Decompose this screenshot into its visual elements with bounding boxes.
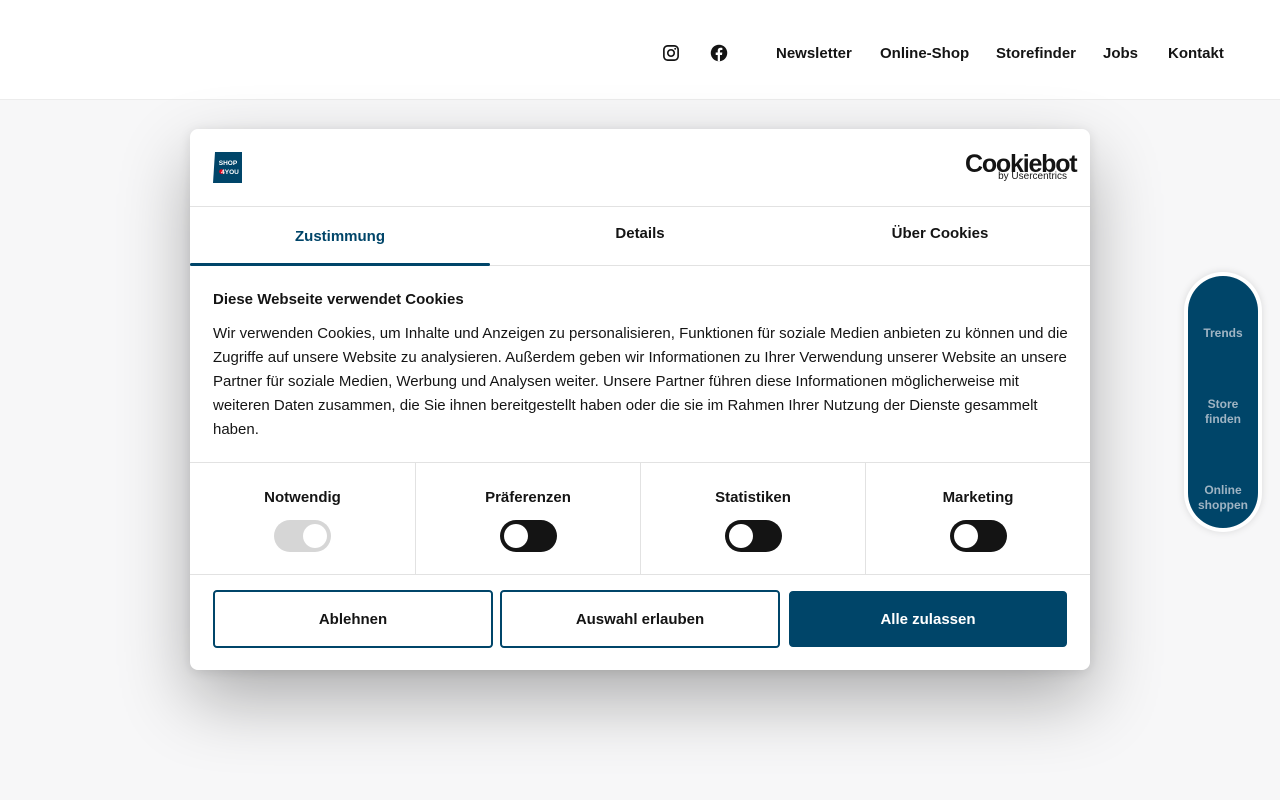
side-item-trends-label: Trends (1203, 326, 1243, 340)
dialog-body-text: Wir verwenden Cookies, um Inhalte und An… (213, 325, 1068, 438)
instagram-link[interactable] (662, 44, 680, 62)
side-item-store-label-1: Store (1207, 397, 1239, 411)
side-item-online-label-2: shoppen (1198, 498, 1248, 512)
side-quick-nav-inner: Trends Store finden Online shoppen (1188, 276, 1258, 528)
allow-selection-button[interactable]: Auswahl erlauben (500, 590, 780, 648)
dialog-tabs: Zustimmung Details Über Cookies (190, 207, 1090, 266)
toggle-label-statistiken: Statistiken (715, 489, 791, 506)
nav-online-shop[interactable]: Online-Shop (880, 45, 969, 62)
side-item-trends[interactable]: Trends (1188, 326, 1258, 341)
toggle-knob (729, 524, 753, 548)
toggle-praeferenzen[interactable] (500, 520, 557, 552)
toggle-label-marketing: Marketing (942, 489, 1014, 506)
side-item-online-shoppen[interactable]: Online shoppen (1188, 483, 1258, 513)
cookiebot-tagline: by Usercentrics (998, 171, 1067, 182)
toggle-statistiken[interactable] (725, 520, 782, 552)
toggle-knob (303, 524, 327, 548)
tab-ueber-cookies[interactable]: Über Cookies (790, 207, 1090, 265)
dialog-buttons: Ablehnen Auswahl erlauben Alle zulassen (190, 575, 1090, 670)
facebook-icon (710, 44, 728, 62)
toggle-cell-praeferenzen: Präferenzen (415, 463, 640, 575)
dialog-header: SHOP 4YOU Cookiebot by Usercentrics (190, 129, 1090, 207)
side-quick-nav: Trends Store finden Online shoppen (1184, 272, 1262, 532)
logo-text-line1: SHOP (219, 160, 238, 167)
toggle-knob (504, 524, 528, 548)
instagram-icon (663, 45, 679, 61)
toggle-label-praeferenzen: Präferenzen (485, 489, 571, 506)
nav-storefinder[interactable]: Storefinder (996, 45, 1076, 62)
toggle-marketing[interactable] (950, 520, 1007, 552)
side-item-online-label-1: Online (1204, 483, 1242, 497)
tab-details[interactable]: Details (490, 207, 790, 265)
toggle-cell-marketing: Marketing (865, 463, 1090, 575)
toggle-cell-notwendig: Notwendig (190, 463, 415, 575)
side-item-store-label-2: finden (1205, 412, 1241, 426)
cookiebot-logo[interactable]: Cookiebot by Usercentrics (965, 151, 1078, 185)
toggle-cell-statistiken: Statistiken (640, 463, 865, 575)
nav-jobs[interactable]: Jobs (1103, 45, 1138, 62)
consent-toggles: Notwendig Präferenzen Statistiken Market… (190, 462, 1090, 575)
shop4you-logo: SHOP 4YOU (213, 152, 242, 183)
site-header: Newsletter Online-Shop Storefinder Jobs … (0, 0, 1280, 100)
facebook-link[interactable] (710, 44, 728, 62)
toggle-notwendig (274, 520, 331, 552)
dialog-title: Diese Webseite verwendet Cookies (213, 291, 464, 308)
nav-newsletter[interactable]: Newsletter (776, 45, 852, 62)
decline-button[interactable]: Ablehnen (213, 590, 493, 648)
logo-text-line2: 4YOU (221, 169, 239, 176)
nav-kontakt[interactable]: Kontakt (1168, 45, 1224, 62)
dialog-content: Diese Webseite verwendet Cookies Wir ver… (213, 291, 1068, 442)
allow-all-button[interactable]: Alle zulassen (789, 591, 1067, 647)
toggle-label-notwendig: Notwendig (264, 489, 341, 506)
toggle-knob (954, 524, 978, 548)
tab-zustimmung[interactable]: Zustimmung (190, 207, 490, 266)
cookie-consent-dialog: SHOP 4YOU Cookiebot by Usercentrics Zust… (190, 129, 1090, 670)
side-item-store-finden[interactable]: Store finden (1188, 397, 1258, 427)
